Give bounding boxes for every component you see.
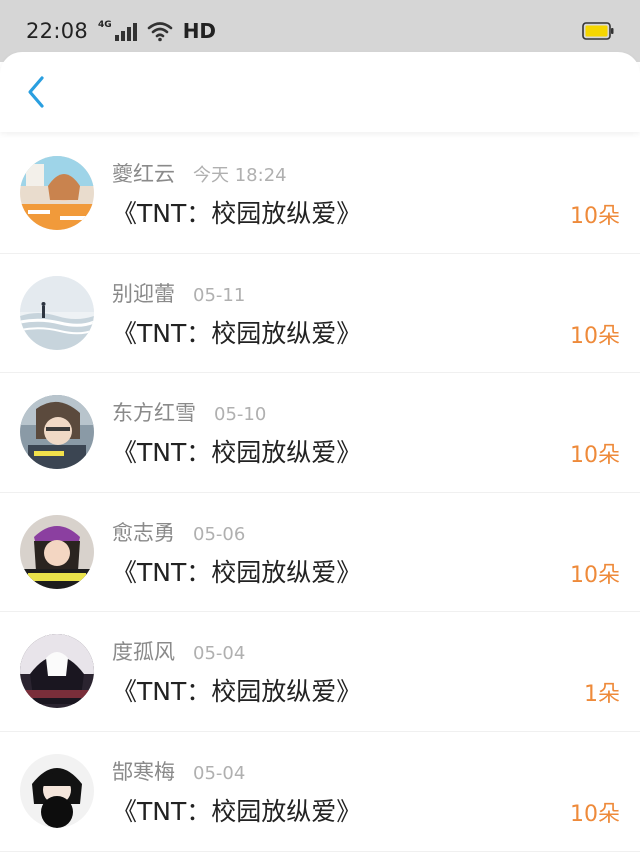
reward-amount: 10朵	[570, 323, 620, 349]
hd-label: HD	[182, 19, 217, 43]
name-line: 郜寒梅 05-04	[112, 756, 245, 786]
book-title: 《TNT：校园放纵爱》	[112, 438, 362, 468]
back-button[interactable]	[18, 74, 54, 110]
list-item[interactable]: 东方红雪 05-10 《TNT：校园放纵爱》 10朵	[0, 373, 640, 493]
user-name: 别迎蕾	[112, 281, 175, 306]
reward-time: 05-11	[193, 284, 246, 306]
chevron-left-icon	[28, 76, 44, 108]
avatar[interactable]	[20, 156, 94, 230]
battery-icon	[582, 22, 614, 40]
user-name: 东方红雪	[112, 401, 196, 426]
list-item[interactable]: 别迎蕾 05-11 《TNT：校园放纵爱》 10朵	[0, 254, 640, 374]
network-type-label: 4G	[98, 20, 112, 30]
list-item[interactable]: 郜寒梅 05-04 《TNT：校园放纵爱》 10朵	[0, 732, 640, 852]
reward-time: 05-06	[193, 523, 246, 545]
reward-amount: 10朵	[570, 562, 620, 588]
user-name: 度孤风	[112, 640, 175, 665]
list-item[interactable]: 夔红云 今天 18:24 《TNT：校园放纵爱》 10朵	[0, 134, 640, 254]
reward-time: 05-04	[193, 762, 246, 784]
reward-time: 05-04	[193, 643, 246, 665]
user-name: 夔红云	[112, 162, 175, 186]
avatar[interactable]	[20, 514, 94, 589]
reward-amount: 10朵	[570, 443, 620, 469]
name-line: 东方红雪 05-10	[112, 397, 266, 427]
book-title: 《TNT：校园放纵爱》	[112, 796, 362, 826]
book-title: 《TNT：校园放纵爱》	[112, 199, 362, 228]
reward-amount: 10朵	[570, 801, 620, 827]
reward-amount: 1朵	[584, 682, 620, 708]
avatar[interactable]	[20, 395, 94, 470]
reward-amount: 10朵	[570, 204, 620, 229]
name-line: 夔红云 今天 18:24	[112, 158, 287, 188]
avatar[interactable]	[20, 634, 94, 709]
status-time: 22:08	[26, 19, 89, 43]
reward-time: 05-10	[214, 404, 267, 426]
book-title: 《TNT：校园放纵爱》	[112, 318, 362, 348]
avatar[interactable]	[20, 753, 94, 828]
reward-time: 今天 18:24	[193, 165, 287, 186]
user-name: 愈志勇	[112, 520, 175, 545]
wifi-icon	[147, 22, 172, 42]
list-item[interactable]: 度孤风 05-04 《TNT：校园放纵爱》 1朵	[0, 612, 640, 732]
name-line: 愈志勇 05-06	[112, 517, 245, 547]
name-line: 度孤风 05-04	[112, 636, 245, 666]
header	[0, 52, 640, 132]
signal-icon: 4G	[98, 21, 137, 41]
user-name: 郜寒梅	[112, 759, 175, 784]
book-title: 《TNT：校园放纵爱》	[112, 557, 362, 587]
status-left: 22:08 4G HD	[26, 19, 216, 43]
reward-list: 夔红云 今天 18:24 《TNT：校园放纵爱》 10朵 别迎蕾 05-11 《…	[0, 134, 640, 852]
name-line: 别迎蕾 05-11	[112, 278, 245, 308]
list-item[interactable]: 愈志勇 05-06 《TNT：校园放纵爱》 10朵	[0, 493, 640, 613]
avatar[interactable]	[20, 275, 94, 350]
book-title: 《TNT：校园放纵爱》	[112, 677, 362, 707]
